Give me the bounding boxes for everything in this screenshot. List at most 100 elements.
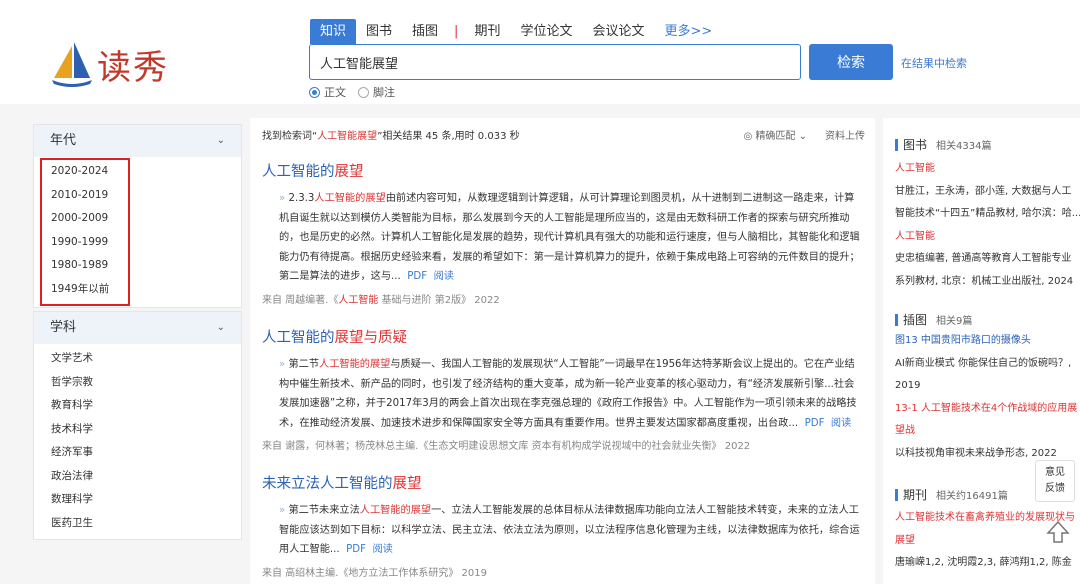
facet-item-subject[interactable]: 技术科学 (34, 418, 241, 442)
related-books: 图书 相关4334篇 人工智能 甘胜江，王永涛，邵小莲, 大数据与人工 智能技术“… (883, 136, 1080, 293)
upload-link[interactable]: 资料上传 (825, 127, 865, 142)
result-snippet: » 第二节人工智能的展望与质疑一、我国人工智能的发展现状“人工智能”一词最早在1… (262, 355, 864, 433)
search-input[interactable] (309, 44, 801, 80)
section-title: 期刊 (903, 488, 928, 502)
search-scope-radios: 正文 脚注 (309, 84, 395, 100)
related-illustrations: 插图 相关9篇 图13 中国贵阳市路口的摄像头 AI新商业模式 你能保住自己的饭碗… (883, 311, 1080, 465)
facet-item-subject[interactable]: 经济军事 (34, 441, 241, 465)
related-illus-title[interactable]: 图13 中国贵阳市路口的摄像头 (883, 330, 1080, 353)
facet-item-subject[interactable]: 哲学宗教 (34, 371, 241, 395)
title-part: 的 (320, 330, 335, 346)
title-part: 与质疑 (363, 330, 408, 346)
snippet-highlight: 人工智能的展望 (319, 359, 391, 370)
tab-more[interactable]: 更多>> (654, 19, 722, 44)
tab-books[interactable]: 图书 (356, 19, 402, 44)
search-type-tabs: 知识 图书 插图 | 期刊 学位论文 会议论文 更多>> (310, 19, 722, 44)
read-link[interactable]: 阅读 (372, 544, 392, 555)
facet-title: 年代 (50, 133, 77, 148)
radio-checked-icon (309, 86, 320, 98)
search-in-results-link[interactable]: 在结果中检索 (901, 55, 967, 71)
tab-illustrations[interactable]: 插图 (402, 19, 448, 44)
read-link[interactable]: 阅读 (434, 271, 454, 282)
related-sidebar: 图书 相关4334篇 人工智能 甘胜江，王永涛，邵小莲, 大数据与人工 智能技术“… (883, 118, 1080, 584)
line-text: 图13 中国贵阳市路口的摄像头 (895, 335, 1031, 346)
results-stats: 找到检索词“人工智能展望”相关结果 45 条,用时 0.033 秒 (262, 127, 520, 142)
snippet-highlight: 人工智能的展望 (359, 505, 432, 516)
tab-divider: | (454, 24, 459, 39)
tab-theses[interactable]: 学位论文 (510, 19, 582, 44)
pdf-link[interactable]: PDF (407, 271, 427, 282)
related-book-meta: 智能技术“十四五”精品教材, 哈尔滨：哈... (895, 208, 1080, 219)
result-tools: ◎ 精确匹配 ⌄ 资料上传 (744, 127, 865, 142)
section-bar-icon (895, 488, 898, 501)
result-title[interactable]: 人工智能的展望与质疑 (262, 326, 864, 347)
feedback-button[interactable]: 意见反馈 (1035, 460, 1075, 502)
chevron-down-icon: ⌄ (216, 322, 225, 333)
result-item: 人工智能的展望 » 2.3.3人工智能的展望由前述内容可知，从数理逻辑到计算逻辑… (262, 160, 864, 306)
radio-body-text[interactable]: 正文 (309, 84, 346, 100)
source-highlight: 人工智能 (338, 294, 379, 306)
section-bar-icon (895, 138, 898, 151)
tab-conference[interactable]: 会议论文 (582, 19, 654, 44)
related-illus-meta: AI新商业模式 你能保住自己的饭碗吗？, (895, 357, 1072, 369)
result-title[interactable]: 人工智能的展望 (262, 160, 864, 181)
logo-text: 读秀 (97, 48, 169, 88)
line-text: 望战 (895, 425, 915, 436)
title-highlight: 展望 (334, 330, 364, 346)
related-books-header[interactable]: 图书 相关4334篇 (883, 136, 1080, 153)
related-illus-title[interactable]: 13-1 人工智能技术在4个作战域的应用展 (883, 398, 1080, 421)
line-text: 展望 (895, 534, 915, 546)
title-part: 人工智能 (262, 330, 320, 346)
year-highlight-box (40, 158, 130, 306)
source-text: 基础与进阶 第2版》 2022 (378, 294, 500, 306)
result-title[interactable]: 未来立法人工智能的展望 (262, 472, 864, 493)
related-book-title[interactable]: 人工智能 (883, 226, 1080, 249)
related-book-title[interactable]: 人工智能 (883, 158, 1080, 181)
facet-item-subject[interactable]: 政治法律 (34, 465, 241, 489)
related-illustrations-header[interactable]: 插图 相关9篇 (883, 311, 1080, 328)
related-book-meta: 甘胜江，王永涛，邵小莲, 大数据与人工 (895, 185, 1072, 197)
section-count: 相关9篇 (936, 316, 973, 327)
snippet-text: 由前述内容可知，从数理逻辑到计算逻辑，从可计算理论到图灵机，从十进制到二进制这一… (279, 193, 860, 282)
precise-match-toggle[interactable]: ◎ 精确匹配 ⌄ (744, 127, 807, 142)
snippet-lead: 第二节 (288, 359, 320, 370)
feedback-label: 意见反馈 (1045, 467, 1065, 494)
stats-prefix: 找到检索词“ (262, 131, 318, 142)
related-illus-meta: 2019 (895, 380, 921, 391)
facet-title: 学科 (50, 320, 77, 335)
radio-footnote[interactable]: 脚注 (358, 84, 395, 100)
radio-unchecked-icon (358, 86, 369, 98)
search-button[interactable]: 检索 (809, 44, 893, 80)
pdf-link[interactable]: PDF (346, 544, 366, 555)
back-to-top-icon[interactable] (1046, 520, 1070, 544)
result-source: 来自 谢露，何林著；杨茂林总主编.《生态文明建设思想文库 资本有机构成学说视域中… (262, 437, 864, 452)
facet-subject: 学科 ⌄ 文学艺术 哲学宗教 教育科学 技术科学 经济军事 政治法律 数理科学 … (33, 311, 242, 540)
facet-item-subject[interactable]: 医药卫生 (34, 512, 241, 536)
results-panel: 找到检索词“人工智能展望”相关结果 45 条,用时 0.033 秒 ◎ 精确匹配… (250, 118, 875, 584)
tab-journals[interactable]: 期刊 (464, 19, 510, 44)
line-text: 人工智能 (895, 163, 935, 174)
tab-knowledge[interactable]: 知识 (310, 19, 357, 44)
result-source: 来自 周越编著.《人工智能 基础与进阶 第2版》 2022 (262, 291, 864, 306)
precise-match-label: 精确匹配 (755, 131, 796, 142)
pdf-link[interactable]: PDF (805, 418, 825, 429)
stats-keyword: 人工智能展望 (317, 131, 378, 142)
section-bar-icon (895, 313, 898, 326)
read-link[interactable]: 阅读 (831, 418, 851, 429)
result-snippet: » 第二节未来立法人工智能的展望一、立法人工智能发展的总体目标从法律数据库功能向… (262, 501, 864, 560)
facet-item-subject[interactable]: 文学艺术 (34, 347, 241, 371)
title-part: 的 (320, 164, 335, 180)
facet-subject-header[interactable]: 学科 ⌄ (34, 312, 241, 344)
facet-year-header[interactable]: 年代 ⌄ (34, 125, 241, 157)
facet-item-subject[interactable]: 教育科学 (34, 394, 241, 418)
source-text: 来自 高绍林主编.《地方立法工作体系研究》 2019 (262, 567, 487, 579)
section-count: 相关约16491篇 (936, 491, 1008, 502)
section-title: 图书 (903, 138, 928, 152)
related-book-meta: 史忠植编著, 普通高等教育人工智能专业 (895, 253, 1072, 264)
related-illus-title[interactable]: 望战 (883, 420, 1080, 443)
title-highlight: 展望 (334, 164, 364, 180)
facet-item-subject[interactable]: 数理科学 (34, 488, 241, 512)
quote-icon: » (279, 193, 286, 204)
quote-icon: » (279, 505, 286, 516)
section-title: 插图 (903, 313, 928, 327)
